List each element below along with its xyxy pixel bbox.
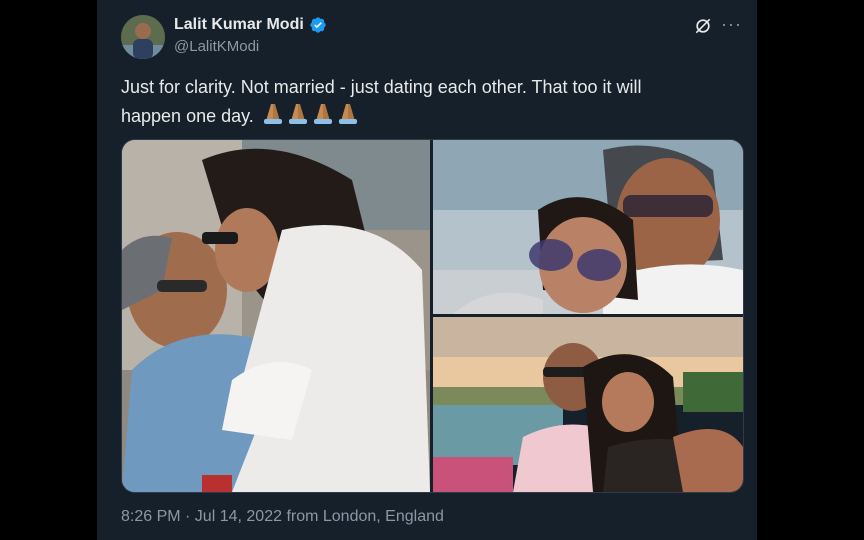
location-text: from London, England — [286, 508, 444, 525]
verified-badge-icon — [310, 17, 326, 33]
photo-waterside[interactable] — [433, 317, 743, 492]
author-name[interactable]: Lalit Kumar Modi — [174, 16, 304, 34]
tweet-meta: 8:26 PM · Jul 14, 2022 from London, Engl… — [121, 508, 444, 526]
author-handle[interactable]: @LalitKModi — [174, 38, 259, 55]
timestamp-link[interactable]: 8:26 PM · Jul 14, 2022 — [121, 508, 282, 525]
author-avatar[interactable] — [121, 15, 165, 59]
tweet-text-line2: happen one day. — [121, 105, 254, 126]
photo-selfie[interactable] — [433, 140, 743, 314]
emoji-group — [261, 101, 361, 133]
grok-icon[interactable] — [693, 16, 713, 36]
tweet-text: Just for clarity. Not married - just dat… — [121, 74, 721, 133]
tweet-card: Lalit Kumar Modi @LalitKModi ··· Just fo… — [97, 0, 757, 540]
folded-hands-emoji — [263, 104, 282, 124]
media-grid — [121, 139, 744, 493]
tweet-text-line1: Just for clarity. Not married - just dat… — [121, 77, 642, 97]
photo-embrace[interactable] — [122, 140, 430, 492]
more-options-icon[interactable]: ··· — [721, 14, 742, 35]
